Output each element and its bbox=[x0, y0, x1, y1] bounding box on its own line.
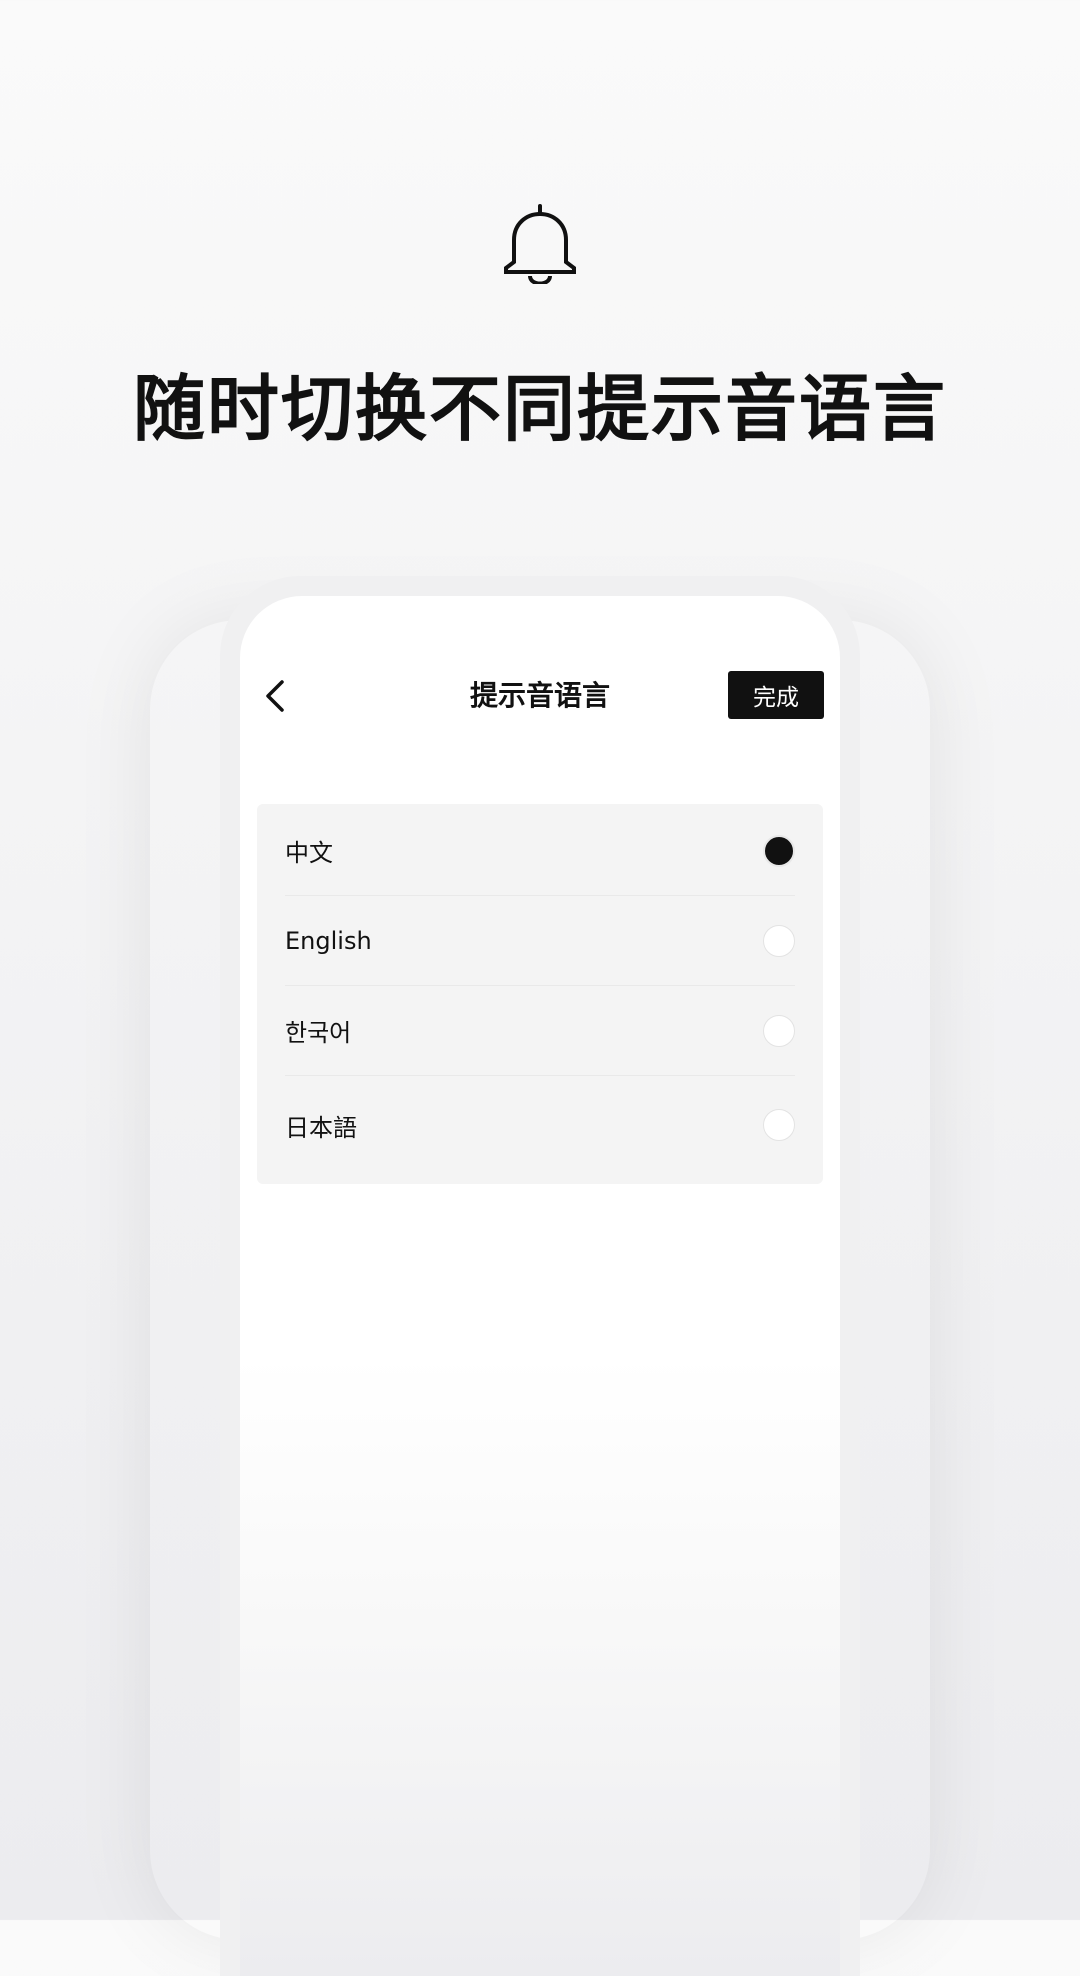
radio-unselected[interactable] bbox=[763, 924, 795, 957]
language-list: 中文 English 한국어 日本語 bbox=[257, 804, 823, 1184]
language-label: English bbox=[285, 926, 372, 955]
radio-unselected[interactable] bbox=[763, 1109, 795, 1141]
language-label: 中文 bbox=[285, 839, 333, 867]
phone-screen: 提示音语言 完成 中文 English 한국어 日本語 bbox=[240, 596, 840, 1976]
done-button[interactable]: 完成 bbox=[728, 671, 824, 719]
language-label: 한국어 bbox=[285, 1019, 352, 1047]
language-option-korean[interactable]: 한국어 bbox=[285, 986, 795, 1076]
bell-icon bbox=[504, 204, 576, 284]
promo-headline: 随时切换不同提示音语言 bbox=[132, 367, 947, 451]
language-option-english[interactable]: English bbox=[285, 896, 795, 986]
language-label: 日本語 bbox=[285, 1113, 357, 1142]
radio-unselected[interactable] bbox=[763, 1014, 795, 1047]
language-option-chinese[interactable]: 中文 bbox=[285, 806, 795, 896]
language-option-japanese[interactable]: 日本語 bbox=[285, 1080, 795, 1170]
radio-selected[interactable] bbox=[763, 834, 795, 867]
phone-frame: 提示音语言 完成 中文 English 한국어 日本語 bbox=[220, 576, 860, 1976]
